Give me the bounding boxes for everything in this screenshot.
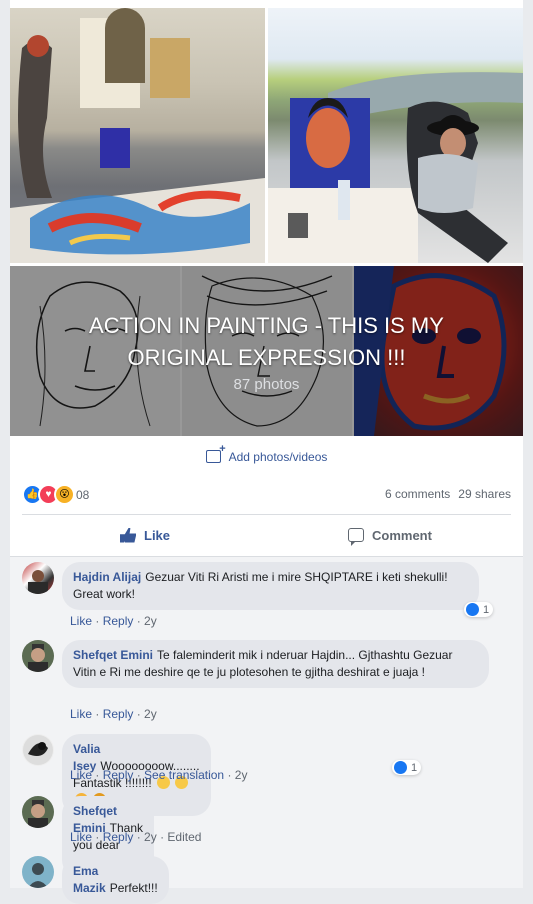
- album-photo-count: 87 photos: [233, 375, 300, 393]
- like-reaction-icon: [394, 761, 407, 774]
- shares-count-link[interactable]: 29 shares: [458, 487, 511, 501]
- comment-reply-link[interactable]: Reply: [103, 614, 134, 628]
- comment-like-link[interactable]: Like: [70, 830, 92, 844]
- comment-author[interactable]: Shefqet Emini: [73, 648, 153, 662]
- post-card: ACTION IN PAINTING - THIS IS MY ORIGINAL…: [10, 0, 523, 904]
- album-title[interactable]: ACTION IN PAINTING - THIS IS MY ORIGINAL…: [57, 310, 477, 374]
- comment-reply-link[interactable]: Reply: [103, 707, 134, 721]
- reaction-count[interactable]: 08: [76, 488, 89, 502]
- comment-time[interactable]: 2y: [144, 614, 157, 628]
- comment-author[interactable]: Ema Mazik: [73, 864, 106, 895]
- comment-button[interactable]: Comment: [348, 520, 432, 550]
- comment-time[interactable]: 2y: [144, 830, 157, 844]
- reaction-summary[interactable]: 👍 ♥ 😮 08: [22, 484, 89, 505]
- comment-actions: Like · Reply · 2y: [70, 707, 157, 721]
- comment-time[interactable]: 2y: [144, 707, 157, 721]
- album-overlay[interactable]: ACTION IN PAINTING - THIS IS MY ORIGINAL…: [10, 266, 523, 436]
- like-button[interactable]: Like: [120, 520, 170, 550]
- avatar[interactable]: [22, 856, 54, 888]
- comment-reactions[interactable]: 1: [392, 760, 422, 775]
- thumbs-up-icon: [120, 527, 136, 543]
- like-button-label: Like: [144, 527, 171, 543]
- wow-reaction-icon: 😮: [54, 484, 75, 505]
- see-translation-link[interactable]: See translation: [144, 768, 224, 782]
- add-photo-icon: [205, 443, 226, 463]
- comment-edited-label[interactable]: Edited: [167, 830, 201, 844]
- add-photos-label[interactable]: Add photos/videos: [229, 450, 328, 464]
- comment-bubble: Hajdin Alijaj Gezuar Viti Ri Aristi me i …: [62, 562, 479, 610]
- comment-reactions[interactable]: 1: [464, 602, 494, 617]
- comment-text: Perfekt!!!: [109, 881, 158, 895]
- comment-like-link[interactable]: Like: [70, 614, 92, 628]
- comment-like-link[interactable]: Like: [70, 768, 92, 782]
- album-photo-2[interactable]: [268, 8, 523, 263]
- comment-like-link[interactable]: Like: [70, 707, 92, 721]
- comment-author[interactable]: Hajdin Alijaj: [73, 570, 141, 584]
- album-photo-1[interactable]: [10, 8, 265, 263]
- comment-actions: Like · Reply · See translation · 2y: [70, 768, 248, 782]
- comment-button-label: Comment: [372, 527, 432, 543]
- like-reaction-icon: [466, 603, 479, 616]
- comment-reply-link[interactable]: Reply: [103, 830, 134, 844]
- avatar[interactable]: [22, 640, 54, 672]
- add-photos-link[interactable]: Add photos/videos: [10, 443, 523, 464]
- post-stats: 6 comments 29 shares: [377, 487, 511, 501]
- avatar[interactable]: [22, 734, 54, 766]
- comment-reaction-count: 1: [411, 761, 418, 774]
- comment-bubble: Ema Mazik Perfekt!!!: [62, 856, 169, 904]
- divider: [22, 514, 511, 515]
- comment-actions: Like · Reply · 2y · Edited: [70, 830, 202, 844]
- comments-count-link[interactable]: 6 comments: [385, 487, 450, 501]
- comment-bubble: Shefqet Emini Te faleminderit mik i nderu…: [62, 640, 489, 688]
- avatar[interactable]: [22, 796, 54, 828]
- comment-time[interactable]: 2y: [235, 768, 248, 782]
- comment-bubble-icon: [348, 528, 364, 546]
- comment-actions: Like · Reply · 2y: [70, 614, 157, 628]
- avatar[interactable]: [22, 562, 54, 594]
- comment-reply-link[interactable]: Reply: [103, 768, 134, 782]
- comment-reaction-count: 1: [483, 603, 490, 616]
